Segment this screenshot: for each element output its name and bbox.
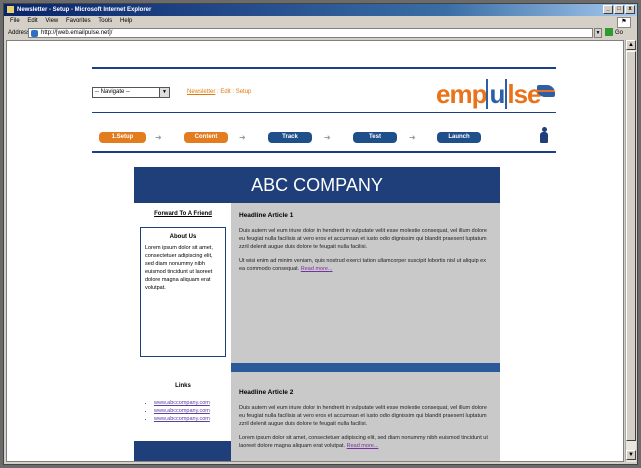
links-title: Links — [175, 383, 191, 389]
article-paragraph: Duis autem vel eum iriure dolor in hendr… — [239, 228, 487, 250]
article-1: Headline Article 1 Duis autem vel eum ir… — [239, 212, 491, 279]
newsletter-preview: ABC COMPANY Forward To A Friend About Us… — [134, 167, 500, 461]
forward-to-friend-link[interactable]: Forward To A Friend — [140, 211, 226, 217]
close-button[interactable]: x — [625, 5, 635, 14]
step-content-button[interactable]: Content — [184, 132, 228, 143]
go-label: Go — [615, 30, 624, 36]
menu-help[interactable]: Help — [120, 18, 132, 24]
links-list: www.abccompany.com www.abccompany.com ww… — [140, 399, 230, 423]
sidebar-footer-block — [134, 441, 231, 461]
breadcrumb-edit[interactable]: Edit — [220, 89, 230, 95]
about-text: Lorem ipsum dolor sit amet, consectetuer… — [145, 245, 213, 291]
empulse-logo: emp u lse — [436, 79, 542, 109]
user-icon[interactable] — [540, 127, 548, 143]
page-viewport: -- Navigate -- ▼ Newsletter : Edit : Set… — [6, 40, 624, 462]
title-bar: Newsletter - Setup - Microsoft Internet … — [4, 4, 637, 16]
menu-edit[interactable]: Edit — [27, 18, 37, 24]
address-dropdown-button[interactable]: ▼ — [594, 28, 602, 38]
company-link[interactable]: www.abccompany.com — [154, 408, 210, 414]
read-more-link[interactable]: Read more... — [301, 266, 333, 272]
page-icon — [31, 30, 38, 37]
vertical-scrollbar[interactable]: ▲ ▼ — [625, 40, 636, 462]
about-box: About Us Lorem ipsum dolor sit amet, con… — [140, 227, 226, 357]
list-item: www.abccompany.com — [154, 415, 230, 423]
menu-tools[interactable]: Tools — [98, 18, 112, 24]
menu-view[interactable]: View — [45, 18, 58, 24]
company-title: ABC COMPANY — [134, 167, 500, 203]
article-2: Headline Article 2 Duis autem vel eum ir… — [239, 389, 491, 456]
logo-swoosh-icon — [537, 85, 555, 97]
arrow-right-icon: ➜ — [324, 133, 331, 142]
minimize-button[interactable]: _ — [603, 5, 613, 14]
menu-bar: File Edit View Favorites Tools Help ⚑ — [4, 16, 637, 28]
breadcrumb: Newsletter : Edit : Setup — [187, 89, 252, 95]
newsletter-sidebar: Forward To A Friend About Us Lorem ipsum… — [134, 203, 231, 461]
scroll-down-icon[interactable]: ▼ — [626, 450, 636, 460]
header-mid-rule — [92, 112, 556, 113]
maximize-button[interactable]: □ — [614, 5, 624, 14]
step-test-button[interactable]: Test — [353, 132, 397, 143]
address-bar: Address http://[web.emailpulse.net]/ ▼ G… — [4, 27, 637, 39]
browser-window: Newsletter - Setup - Microsoft Internet … — [3, 3, 638, 465]
list-item: www.abccompany.com — [154, 407, 230, 415]
scrollbar-thumb[interactable] — [626, 51, 636, 441]
arrow-right-icon: ➜ — [409, 133, 416, 142]
article-paragraph: Ut wisi enim ad minim veniam, quis nostr… — [239, 258, 486, 272]
list-item: www.abccompany.com — [154, 399, 230, 407]
article-headline: Headline Article 1 — [239, 212, 294, 219]
article-paragraph: Lorem ipsum dolor sit amet, consectetuer… — [239, 435, 488, 449]
arrow-right-icon: ➜ — [239, 133, 246, 142]
step-launch-button[interactable]: Launch — [437, 132, 481, 143]
company-link[interactable]: www.abccompany.com — [154, 416, 210, 422]
ie-icon — [7, 6, 14, 13]
step-setup-button[interactable]: 1.Setup — [99, 132, 146, 143]
breadcrumb-newsletter[interactable]: Newsletter — [187, 89, 215, 95]
article-headline: Headline Article 2 — [239, 389, 294, 396]
window-title: Newsletter - Setup - Microsoft Internet … — [17, 7, 152, 13]
address-url: http://[web.emailpulse.net]/ — [41, 30, 113, 36]
arrow-right-icon: ➜ — [155, 133, 162, 142]
menu-file[interactable]: File — [10, 18, 20, 24]
navigate-select[interactable]: -- Navigate -- ▼ — [92, 87, 170, 98]
newsletter-main: Headline Article 1 Duis autem vel eum ir… — [231, 203, 500, 461]
header-bottom-rule — [92, 151, 556, 153]
address-label: Address — [8, 30, 31, 36]
article-paragraph: Duis autem vel eum iriure dolor in hendr… — [239, 405, 487, 427]
go-button[interactable]: Go — [605, 28, 633, 38]
chevron-down-icon: ▼ — [159, 88, 169, 97]
breadcrumb-setup[interactable]: Setup — [236, 89, 252, 95]
menu-favorites[interactable]: Favorites — [66, 18, 91, 24]
about-title: About Us — [169, 234, 197, 240]
address-input[interactable]: http://[web.emailpulse.net]/ — [28, 28, 593, 38]
scroll-up-icon[interactable]: ▲ — [626, 40, 636, 50]
read-more-link[interactable]: Read more... — [347, 443, 379, 449]
header-top-rule — [92, 67, 556, 69]
article-divider — [231, 363, 500, 372]
navigate-select-value: -- Navigate -- — [95, 89, 131, 95]
step-track-button[interactable]: Track — [268, 132, 312, 143]
company-link[interactable]: www.abccompany.com — [154, 400, 210, 406]
go-arrow-icon — [605, 28, 613, 37]
